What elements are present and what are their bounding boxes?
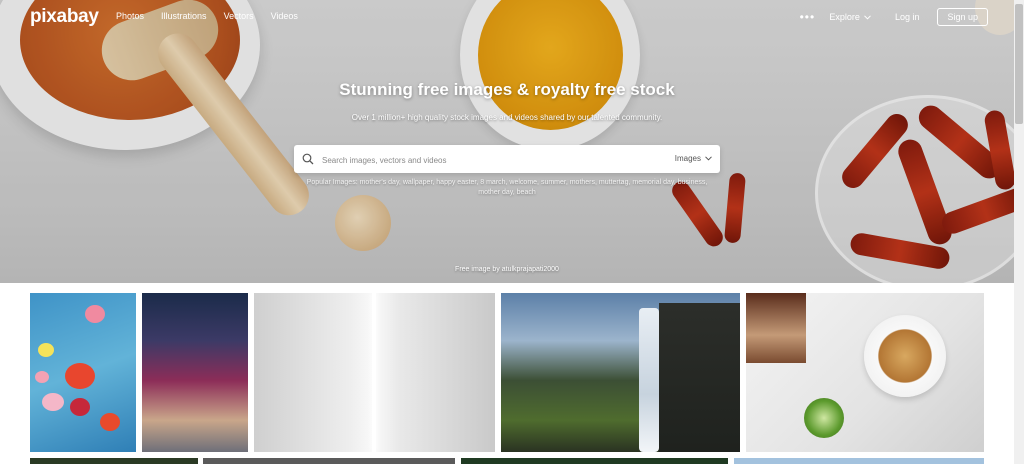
tulip-flower [85, 305, 105, 323]
nav-link-photos[interactable]: Photos [116, 11, 144, 21]
tulip-flower [65, 363, 95, 389]
tulip-flower [35, 371, 49, 383]
nav-right: ••• Explore Log in Sign up [793, 8, 988, 26]
search-type-dropdown[interactable]: Images [675, 154, 712, 163]
waterfall-shape [639, 308, 659, 452]
gallery-image-row2[interactable] [30, 458, 198, 464]
hero-headline: Stunning free images & royalty free stoc… [339, 80, 675, 99]
nav-link-vectors[interactable]: Vectors [224, 11, 254, 21]
nav-link-illustrations[interactable]: Illustrations [161, 11, 207, 21]
cake-slice [746, 293, 806, 363]
search-type-label: Images [674, 154, 701, 163]
chevron-down-icon [705, 156, 712, 161]
nav-link-videos[interactable]: Videos [271, 11, 298, 21]
lime-slice [804, 398, 844, 438]
search-input[interactable] [320, 151, 644, 169]
cliff-shape [659, 303, 740, 452]
search-icon[interactable] [302, 153, 314, 165]
coffee-cup [864, 315, 946, 397]
gallery-image-flowers[interactable] [30, 293, 136, 452]
popular-searches[interactable]: Popular Images: mother's day, wallpaper,… [300, 178, 714, 198]
chevron-down-icon [864, 14, 871, 20]
top-nav: pixabay Photos Illustrations Vectors Vid… [0, 0, 1014, 32]
pixabay-logo[interactable]: pixabay [30, 6, 99, 28]
gallery-image-coffee[interactable] [746, 293, 984, 452]
gallery-image-row2[interactable] [461, 458, 728, 464]
tulip-flower [70, 398, 90, 416]
more-dots-icon[interactable]: ••• [793, 10, 821, 24]
hero-banner: pixabay Photos Illustrations Vectors Vid… [0, 0, 1014, 283]
tulip-flower [42, 393, 64, 411]
gallery-image-city-street[interactable] [142, 293, 248, 452]
hero-subheadline: Over 1 million+ high quality stock image… [351, 113, 663, 122]
explore-label: Explore [829, 12, 860, 22]
login-link[interactable]: Log in [895, 12, 920, 22]
page-scrollbar[interactable] [1014, 0, 1024, 464]
tulip-flower [100, 413, 120, 431]
search-bar: Images [294, 145, 720, 173]
gallery-image-row2[interactable] [734, 458, 984, 464]
scrollbar-thumb[interactable] [1015, 4, 1023, 124]
gallery-image-row2[interactable] [203, 458, 455, 464]
tulip-flower [38, 343, 54, 357]
nav-links: Photos Illustrations Vectors Videos [116, 11, 298, 21]
image-credit[interactable]: Free image by atulkprajapati2000 [0, 266, 1014, 273]
explore-menu[interactable]: Explore [829, 12, 871, 22]
signup-button[interactable]: Sign up [937, 8, 988, 26]
gallery-image-architecture[interactable] [254, 293, 495, 452]
hero-overlay [0, 0, 1014, 283]
gallery-image-waterfall[interactable] [501, 293, 740, 452]
